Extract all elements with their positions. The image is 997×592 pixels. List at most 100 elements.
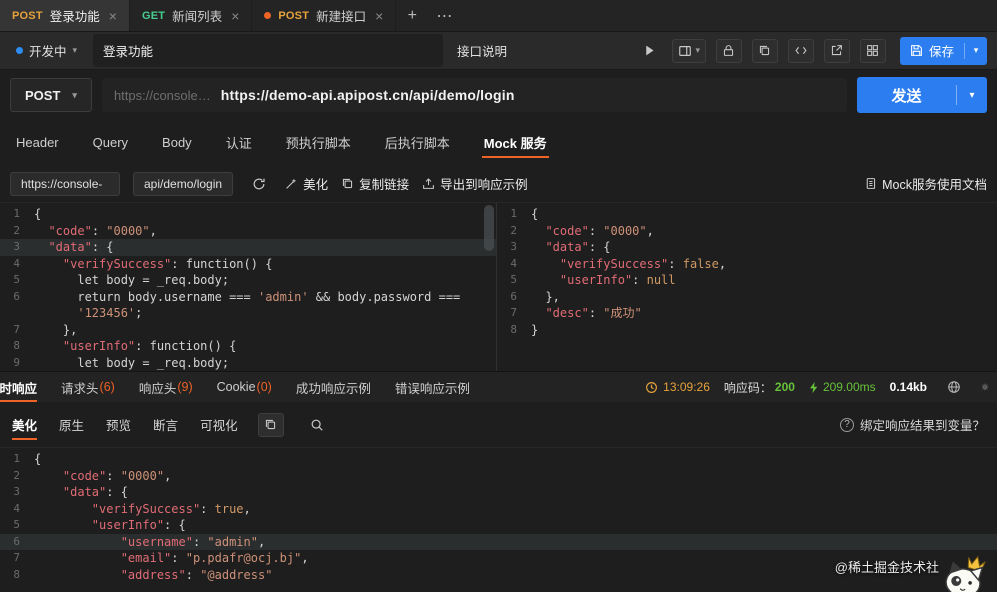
lock-icon[interactable]: [715, 38, 742, 63]
panel-icon: [679, 45, 692, 56]
mock-docs-link[interactable]: Mock服务使用文档: [864, 174, 987, 193]
code-line: 2 "code": "0000",: [0, 223, 496, 240]
line-number: 1: [510, 207, 517, 220]
response-tab-count: (9): [177, 380, 193, 394]
status-dot-icon: [16, 47, 23, 54]
url-input[interactable]: https://console… https://demo-api.apipos…: [101, 78, 847, 112]
code-line: 7 },: [0, 322, 496, 339]
response-view-tab[interactable]: 预览: [106, 402, 131, 447]
response-view-tab[interactable]: 美化: [12, 402, 38, 447]
export-to-example-button[interactable]: 导出到响应示例: [422, 174, 528, 193]
response-tab[interactable]: 响应头 (9): [139, 372, 193, 402]
tab-title: 新建接口: [316, 10, 367, 24]
editor-scrollbar[interactable]: [484, 205, 494, 369]
response-tab[interactable]: 错误响应示例: [395, 372, 470, 402]
api-doc-button[interactable]: 接口说明: [453, 41, 511, 60]
request-tab[interactable]: 认证: [224, 120, 254, 165]
request-tab[interactable]: 预执行脚本: [284, 120, 353, 165]
code-line: 1{: [0, 206, 496, 223]
layout-dropdown[interactable]: ▾: [672, 38, 706, 63]
add-tab-button[interactable]: +: [396, 0, 428, 31]
response-view-tab[interactable]: 可视化: [200, 402, 238, 447]
code-line: '123456';: [0, 305, 496, 322]
refresh-icon[interactable]: [246, 172, 272, 196]
response-view-tab[interactable]: 原生: [59, 402, 84, 447]
line-number: 2: [13, 468, 20, 482]
save-dropdown[interactable]: ▾: [965, 45, 987, 56]
globe-icon[interactable]: [941, 375, 967, 399]
code-text: "desc": "成功": [545, 306, 642, 320]
bolt-icon: [809, 381, 818, 393]
mock-preview-editor[interactable]: 1{2 "code": "0000", 3 "data": {4 "verifyS…: [497, 203, 997, 371]
response-status: 响应码： 200: [723, 380, 795, 395]
response-tab[interactable]: 实时响应: [0, 372, 38, 402]
copy-icon: [342, 178, 353, 189]
gear-icon[interactable]: [981, 380, 989, 394]
code-text: },: [531, 289, 560, 304]
share-icon[interactable]: [823, 38, 850, 63]
request-tab[interactable]: Body: [160, 122, 194, 163]
api-tab[interactable]: GET 新闻列表 ×: [130, 0, 253, 31]
mock-base-url-input[interactable]: https://console-: [10, 171, 120, 196]
response-tab-label: 请求头: [61, 381, 99, 396]
code-text: "code": "0000",: [62, 468, 172, 483]
line-number: 6: [13, 534, 20, 548]
grid-icon[interactable]: [859, 38, 886, 63]
copy-response-icon[interactable]: [257, 412, 284, 437]
response-body-editor[interactable]: 1{2 "code": "0000", 3 "data": {4 "verifyS…: [0, 447, 997, 592]
response-view-tab[interactable]: 断言: [153, 402, 178, 447]
mock-editors: 1{2 "code": "0000", 3 "data": {4 "verifyS…: [0, 202, 997, 371]
send-dropdown[interactable]: ▾: [957, 90, 987, 101]
request-tab[interactable]: 后执行脚本: [383, 120, 452, 165]
close-tab-icon[interactable]: ×: [109, 8, 117, 24]
copy-link-button[interactable]: 复制链接: [341, 174, 409, 193]
request-tab[interactable]: Query: [91, 122, 130, 163]
search-icon[interactable]: [304, 413, 330, 437]
code-line: 1{: [0, 451, 997, 468]
mock-path-input[interactable]: api/demo/login: [133, 171, 234, 196]
document-icon: [866, 178, 876, 189]
line-number: 1: [13, 207, 20, 220]
code-icon[interactable]: [787, 38, 814, 63]
api-tab[interactable]: POST 新建接口 ×: [252, 0, 397, 31]
url-text: https://demo-api.apipost.cn/api/demo/log…: [220, 87, 515, 103]
chevron-down-icon: ▾: [695, 45, 700, 55]
beautify-button[interactable]: 美化: [285, 174, 328, 193]
api-name-input[interactable]: 登录功能: [93, 34, 444, 67]
more-tabs-button[interactable]: ⋯: [428, 0, 460, 31]
mock-preview-rows: 1{2 "code": "0000", 3 "data": {4 "verifyS…: [497, 203, 997, 338]
code-line: 6 return body.username === 'admin' && bo…: [0, 289, 496, 306]
code-text: "code": "0000",: [545, 223, 654, 238]
mock-docs-label: Mock服务使用文档: [882, 178, 987, 192]
response-time: 13:09:26: [645, 380, 710, 394]
code-line: 5 "userInfo": null: [497, 272, 997, 289]
tab-method-label: POST: [12, 9, 43, 22]
line-number: 5: [510, 273, 517, 286]
run-icon[interactable]: [636, 39, 662, 63]
tab-strip: POST 登录功能 × GET 新闻列表 × POST 新建接口 ×: [0, 0, 397, 31]
api-tab[interactable]: POST 登录功能 ×: [0, 0, 130, 31]
response-meta: 13:09:26 响应码： 200 209.00ms 0.14kb: [645, 375, 989, 399]
request-tab[interactable]: Header: [14, 122, 61, 163]
mock-script-editor[interactable]: 1{2 "code": "0000", 3 "data": {4 "verifyS…: [0, 203, 497, 371]
save-main[interactable]: 保存: [900, 41, 964, 60]
method-select[interactable]: POST ▾: [10, 78, 92, 112]
scrollbar-thumb[interactable]: [484, 205, 494, 251]
response-tab-label: 错误响应示例: [394, 381, 470, 396]
bind-variable-button[interactable]: ? 绑定响应结果到变量？: [839, 415, 985, 434]
code-text: let body = _req.body;: [34, 355, 230, 370]
mock-script-rows: 1{2 "code": "0000", 3 "data": {4 "verifyS…: [0, 203, 496, 371]
close-tab-icon[interactable]: ×: [375, 8, 383, 24]
response-tab[interactable]: 请求头 (6): [61, 372, 115, 402]
request-tab[interactable]: Mock 服务: [481, 120, 549, 165]
send-button[interactable]: 发送 ▾: [857, 77, 987, 113]
response-tab[interactable]: 成功响应示例: [296, 372, 371, 402]
close-tab-icon[interactable]: ×: [231, 8, 239, 24]
code-line: 6 },: [497, 289, 997, 306]
status-dropdown[interactable]: 开发中 ▾: [10, 37, 83, 64]
code-line: 8 "userInfo": function() {: [0, 338, 496, 355]
response-tab[interactable]: Cookie (0): [217, 372, 272, 402]
code-text: "userInfo": {: [91, 518, 186, 532]
save-button[interactable]: 保存 ▾: [899, 36, 987, 65]
copy-icon[interactable]: [751, 38, 778, 63]
